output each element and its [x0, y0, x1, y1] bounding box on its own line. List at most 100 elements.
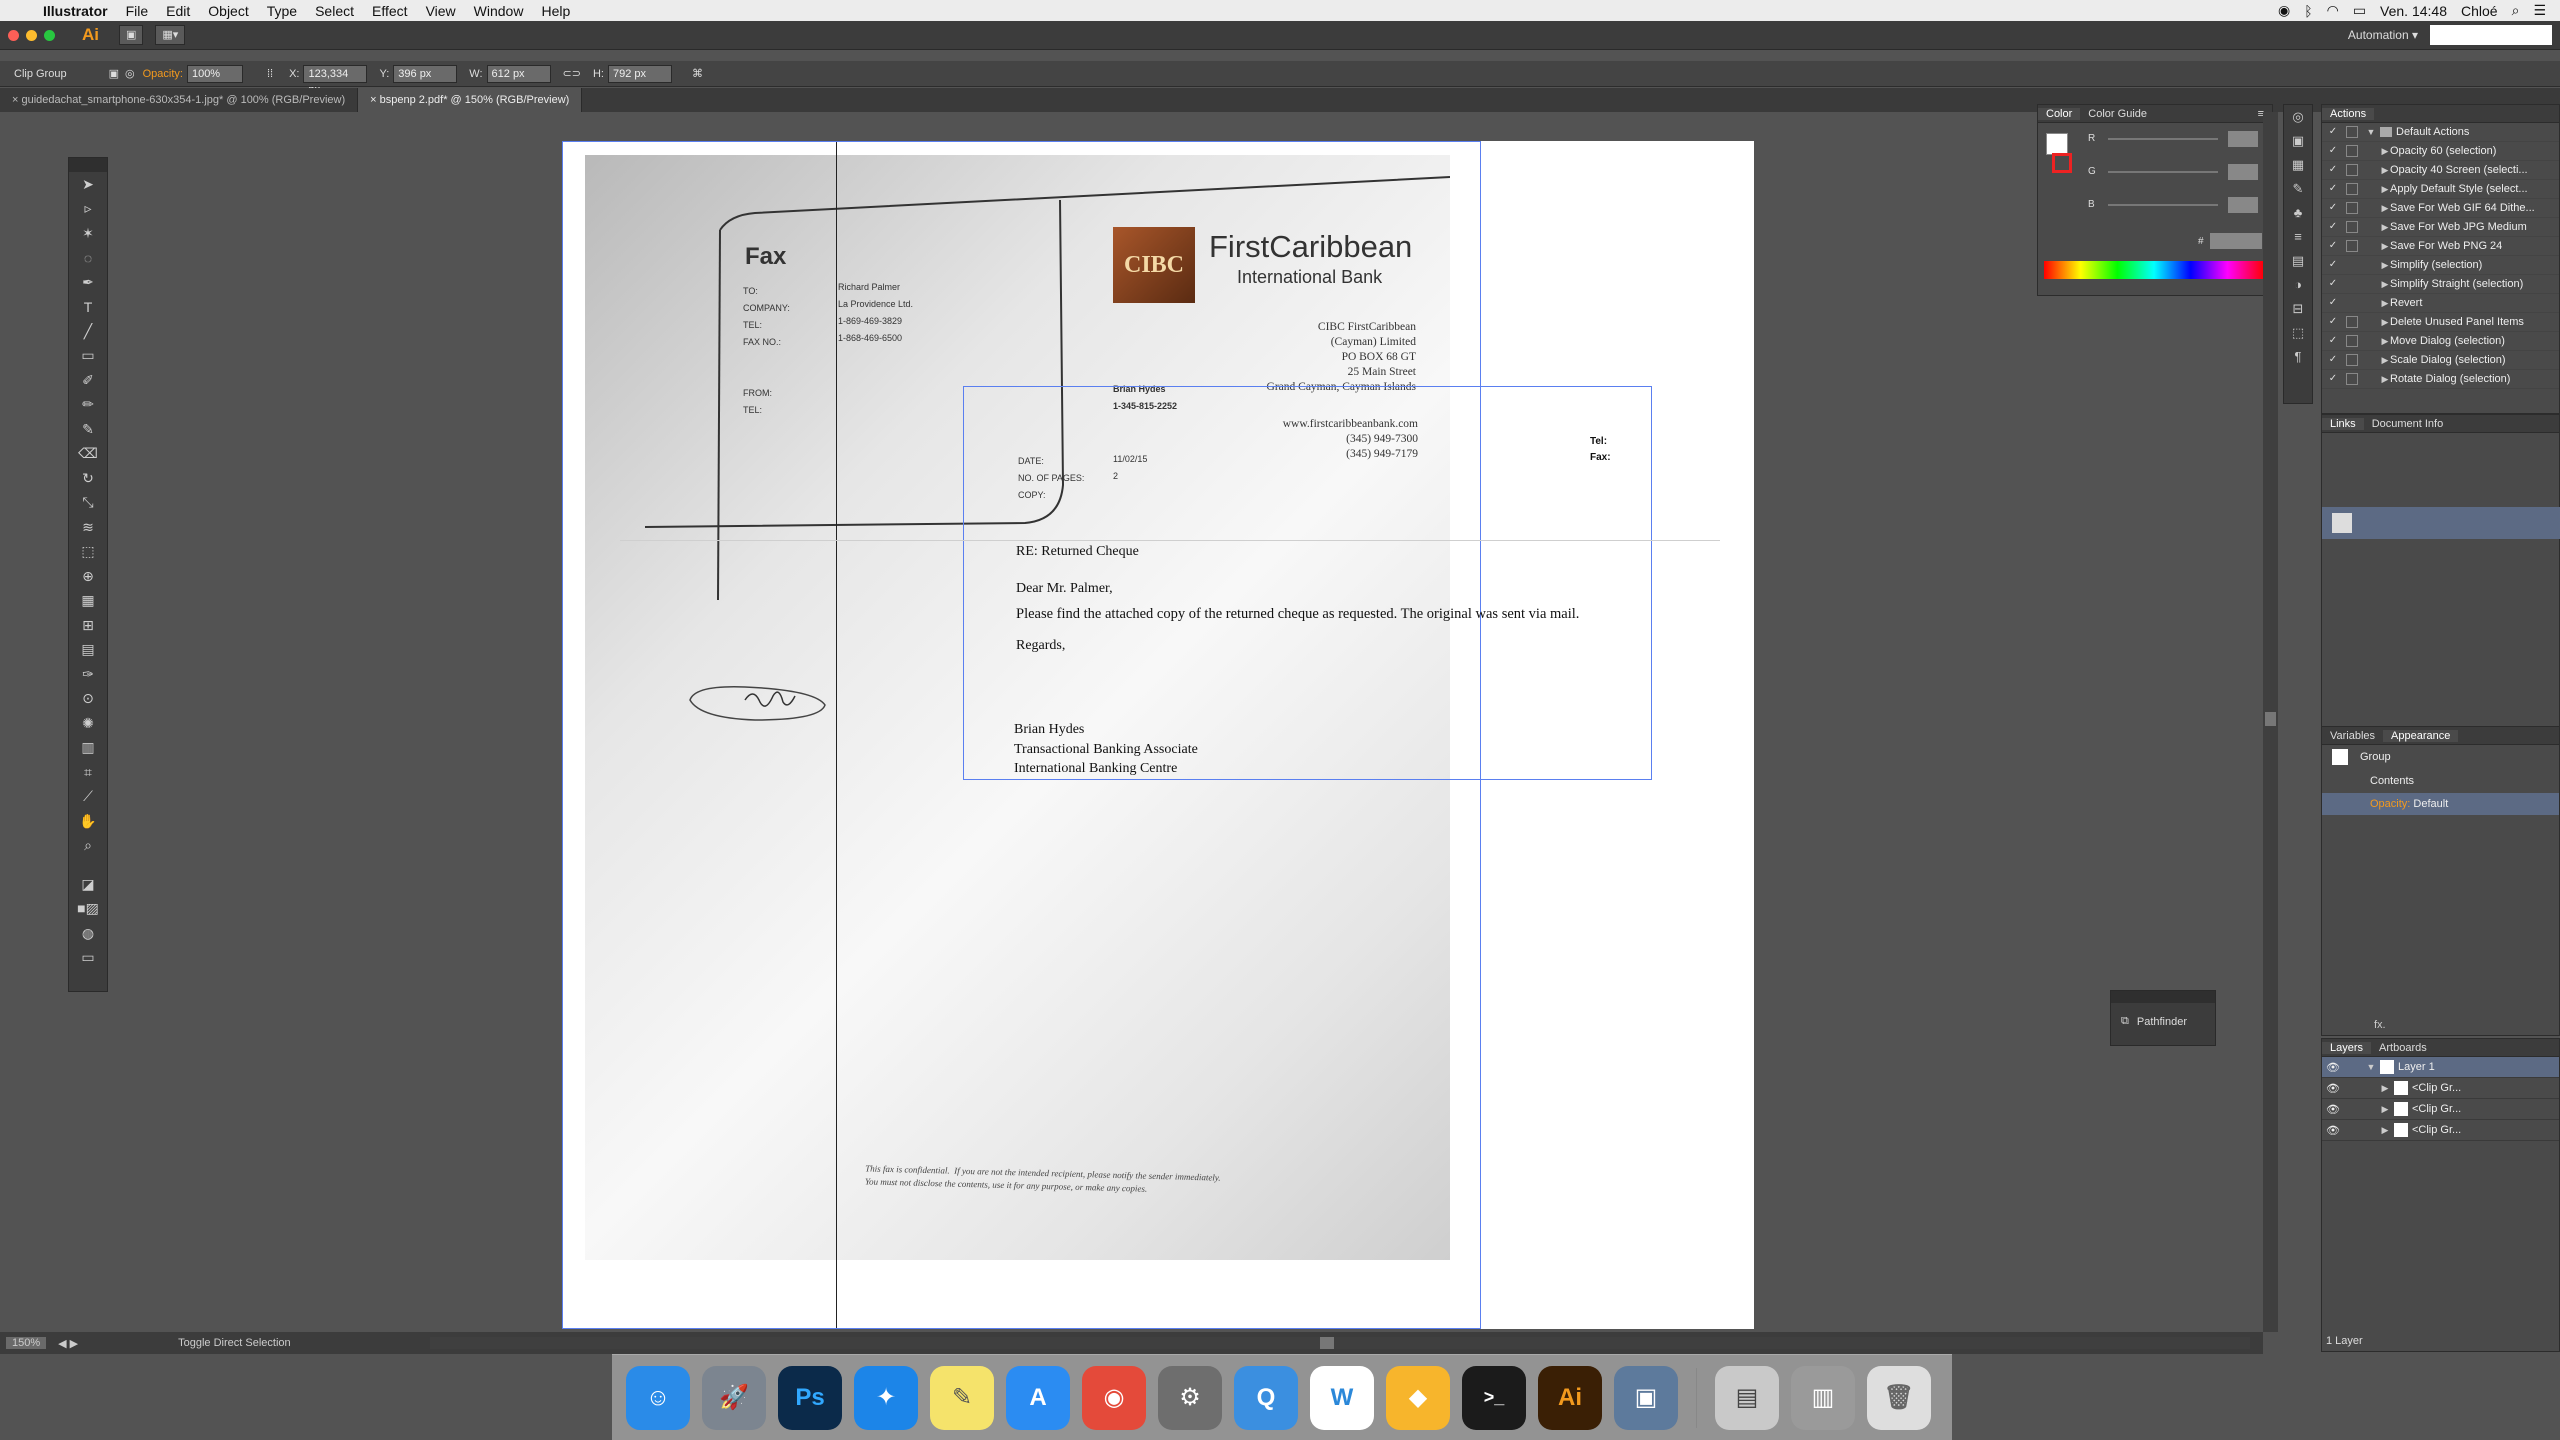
pen-tool-icon[interactable]: ✒	[69, 270, 107, 295]
dialog-toggle[interactable]	[2346, 145, 2358, 157]
dialog-toggle[interactable]	[2346, 202, 2358, 214]
eye-icon[interactable]: 👁	[2322, 1103, 2344, 1116]
expand-icon[interactable]: ▶	[2380, 203, 2390, 214]
expand-icon[interactable]: ▶	[2380, 241, 2390, 252]
action-row[interactable]: ✓ ▶ Move Dialog (selection)	[2322, 332, 2559, 351]
window-close-button[interactable]	[8, 30, 19, 41]
expand-icon[interactable]: ▶	[2380, 260, 2390, 271]
dialog-toggle[interactable]	[2346, 354, 2358, 366]
battery-icon[interactable]: ▭	[2353, 2, 2366, 19]
dock-downloads-icon[interactable]: ▤	[1715, 1365, 1779, 1430]
gradient-icon[interactable]: ▤	[2284, 249, 2312, 273]
notification-center-icon[interactable]: ☰	[2533, 2, 2546, 19]
mesh-tool-icon[interactable]: ⊞	[69, 613, 107, 638]
appearance-icon[interactable]: ◎	[2284, 105, 2312, 129]
action-row[interactable]: ✓ ▶ Revert	[2322, 294, 2559, 313]
check-icon[interactable]: ✓	[2326, 354, 2340, 367]
action-row[interactable]: ✓ ▶ Scale Dialog (selection)	[2322, 351, 2559, 370]
action-set-row[interactable]: ✓ ▼ Default Actions	[2322, 123, 2559, 142]
zoom-tool-icon[interactable]: ⌕	[69, 834, 107, 859]
tab-artboards[interactable]: Artboards	[2371, 1042, 2435, 1054]
lasso-tool-icon[interactable]: ◌	[69, 246, 107, 271]
column-graph-tool-icon[interactable]: ▥	[69, 736, 107, 761]
tab-color-guide[interactable]: Color Guide	[2080, 108, 2155, 120]
g-field[interactable]	[2228, 164, 2258, 180]
g-slider[interactable]	[2108, 171, 2218, 173]
expand-icon[interactable]: ▼	[2366, 1062, 2376, 1072]
dialog-toggle[interactable]	[2346, 278, 2358, 290]
slice-tool-icon[interactable]: ⟋	[69, 785, 107, 810]
check-icon[interactable]: ✓	[2326, 259, 2340, 272]
expand-icon[interactable]: ▶	[2380, 336, 2390, 347]
stroke-icon[interactable]: ≡	[2284, 225, 2312, 249]
dialog-toggle[interactable]	[2346, 221, 2358, 233]
graphic-styles-icon[interactable]: ▣	[2284, 129, 2312, 153]
transform-panel-icon[interactable]: ⬚	[2284, 321, 2312, 345]
y-field[interactable]: 396 px	[393, 64, 458, 83]
action-row[interactable]: ✓ ▶ Apply Default Style (select...	[2322, 180, 2559, 199]
check-icon[interactable]: ✓	[2326, 183, 2340, 196]
zoom-field[interactable]: 150%	[6, 1337, 47, 1349]
appearance-contents[interactable]: Contents	[2322, 769, 2559, 793]
menu-effect[interactable]: Effect	[363, 3, 417, 19]
type-panel-icon[interactable]: ¶	[2284, 345, 2312, 369]
dock-illustrator-icon[interactable]: Ai	[1538, 1365, 1602, 1430]
expand-icon[interactable]: ▶	[2380, 165, 2390, 176]
horizontal-scrollbar[interactable]	[430, 1337, 2250, 1349]
horizontal-scroll-thumb[interactable]	[1320, 1337, 1334, 1349]
r-field[interactable]	[2228, 131, 2258, 147]
vertical-scrollbar[interactable]	[2263, 112, 2278, 1332]
action-row[interactable]: ✓ ▶ Rotate Dialog (selection)	[2322, 370, 2559, 389]
drawing-mode-icon[interactable]: ◍	[69, 921, 107, 946]
line-tool-icon[interactable]: ╱	[69, 319, 107, 344]
expand-icon[interactable]: ▶	[2380, 1104, 2390, 1115]
expand-icon[interactable]: ▶	[2380, 279, 2390, 290]
color-spectrum[interactable]	[2044, 261, 2264, 279]
fill-stroke-icon[interactable]: ◪	[69, 872, 107, 897]
tab-bspenp[interactable]: × bspenp 2.pdf* @ 150% (RGB/Preview)	[358, 88, 583, 112]
w-field[interactable]: 612 px	[486, 64, 551, 83]
fx-button[interactable]: fx.	[2374, 1019, 2386, 1031]
tab-appearance[interactable]: Appearance	[2383, 729, 2459, 742]
dock-stack-icon[interactable]: ▥	[1791, 1365, 1855, 1430]
action-row[interactable]: ✓ ▶ Opacity 60 (selection)	[2322, 142, 2559, 161]
h-field[interactable]: 792 px	[607, 64, 672, 83]
artboard-nav-icon[interactable]: ◀ ▶	[58, 1337, 78, 1350]
transform-reference-icon[interactable]: ⁞⁞	[267, 68, 273, 80]
dock-system-preferences-icon[interactable]: ⚙	[1158, 1365, 1222, 1430]
menubar-user[interactable]: Chloé	[2461, 3, 2498, 19]
expand-icon[interactable]: ▶	[2380, 1125, 2390, 1136]
dock-finder-icon[interactable]: ☺	[626, 1365, 690, 1430]
window-minimize-button[interactable]	[26, 30, 37, 41]
expand-icon[interactable]: ▼	[2366, 127, 2376, 137]
symbols-icon[interactable]: ♣	[2284, 201, 2312, 225]
appearance-object-row[interactable]: Group	[2322, 745, 2559, 769]
menu-view[interactable]: View	[417, 3, 465, 19]
action-row[interactable]: ✓ ▶ Opacity 40 Screen (selecti...	[2322, 161, 2559, 180]
selection-tool-icon[interactable]: ➤	[69, 172, 107, 197]
magic-wand-tool-icon[interactable]: ✶	[69, 221, 107, 246]
dialog-toggle[interactable]	[2346, 240, 2358, 252]
layer-row[interactable]: 👁 ▼ Layer 1	[2322, 1057, 2559, 1078]
expand-icon[interactable]: ▶	[2380, 1083, 2390, 1094]
action-row[interactable]: ✓ ▶ Save For Web JPG Medium	[2322, 218, 2559, 237]
vertical-scroll-thumb[interactable]	[2265, 712, 2276, 726]
menu-type[interactable]: Type	[258, 3, 306, 19]
artboard-tool-icon[interactable]: ⌗	[69, 760, 107, 785]
rectangle-tool-icon[interactable]: ▭	[69, 344, 107, 369]
dock-launchpad-icon[interactable]: 🚀	[702, 1365, 766, 1430]
dock-wunderlist-icon[interactable]: W	[1310, 1365, 1374, 1430]
layer-row[interactable]: 👁 ▶ <Clip Gr...	[2322, 1078, 2559, 1099]
stroke-swatch[interactable]	[2052, 153, 2072, 173]
dialog-toggle[interactable]	[2346, 183, 2358, 195]
check-icon[interactable]: ✓	[2326, 297, 2340, 310]
edit-contents-icon[interactable]: ◎	[125, 67, 135, 80]
eye-icon[interactable]: 👁	[2322, 1061, 2344, 1074]
opacity-field[interactable]: 100%	[186, 64, 243, 83]
creative-cloud-icon[interactable]: ◉	[2278, 2, 2290, 19]
tab-links[interactable]: Links	[2322, 417, 2364, 430]
expand-icon[interactable]: ▶	[2380, 222, 2390, 233]
free-transform-tool-icon[interactable]: ⬚	[69, 540, 107, 565]
hand-tool-icon[interactable]: ✋	[69, 809, 107, 834]
swatches-icon[interactable]: ▦	[2284, 153, 2312, 177]
